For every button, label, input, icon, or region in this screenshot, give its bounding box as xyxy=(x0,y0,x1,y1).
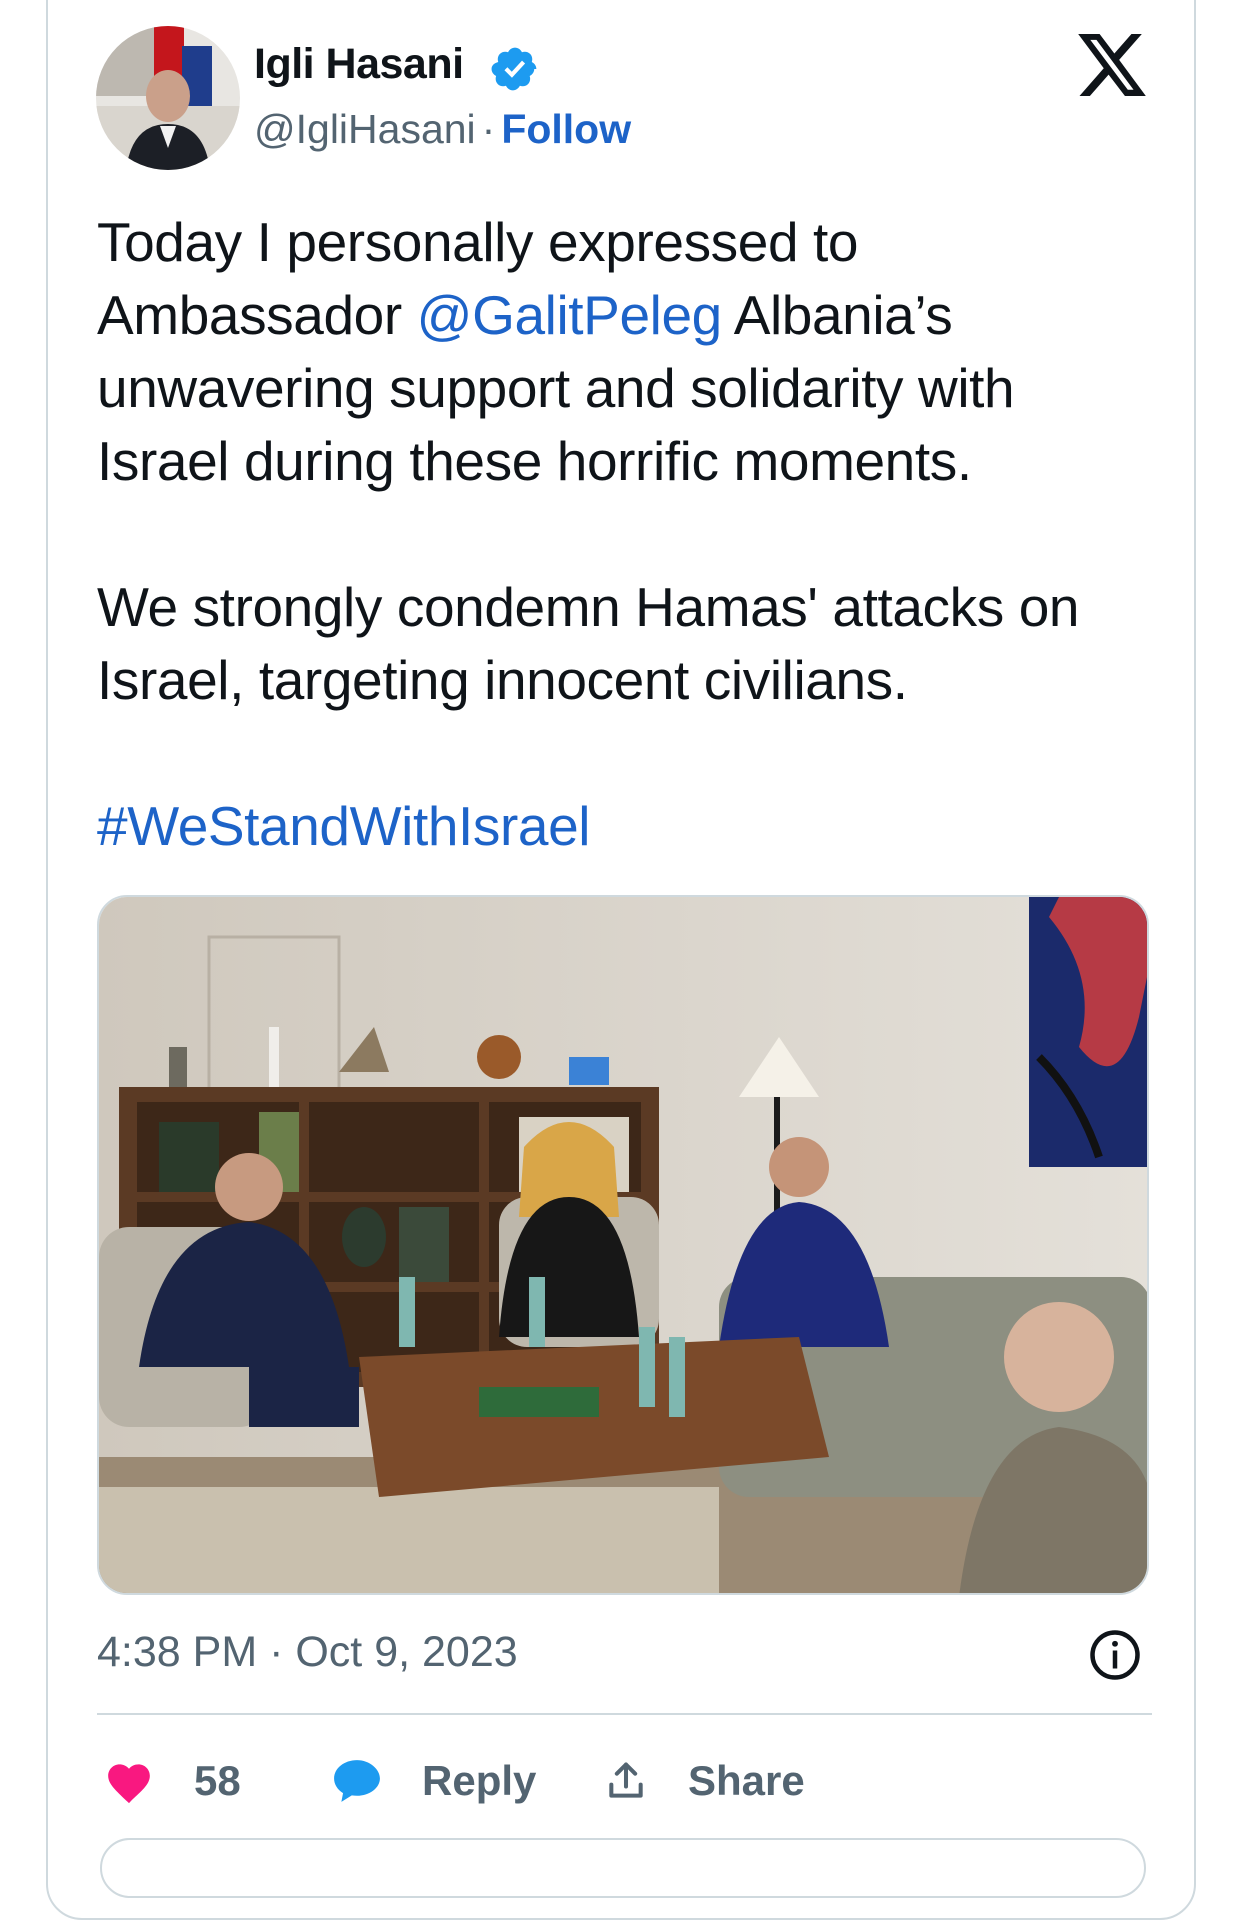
like-button[interactable]: 58 xyxy=(104,1746,241,1816)
share-icon xyxy=(609,1762,643,1798)
tweet-photo[interactable] xyxy=(97,895,1149,1595)
hashtag-link[interactable]: #WeStandWithIsrael xyxy=(97,795,591,857)
mention-link[interactable]: @GalitPeleg xyxy=(417,284,723,346)
avatar[interactable] xyxy=(96,26,240,170)
reply-button[interactable]: Reply xyxy=(332,1746,536,1816)
handle-row: @IgliHasani · Follow xyxy=(254,106,631,153)
author-handle[interactable]: @IgliHasani xyxy=(254,106,476,152)
reply-bubble-icon xyxy=(334,1760,380,1802)
action-bar: 58 Reply Share xyxy=(104,1746,1144,1816)
like-count: 58 xyxy=(194,1757,241,1804)
reply-label: Reply xyxy=(422,1757,537,1804)
info-icon[interactable] xyxy=(1088,1628,1142,1682)
separator-dot: · xyxy=(481,106,496,152)
divider xyxy=(97,1713,1152,1715)
share-button[interactable]: Share xyxy=(604,1746,805,1816)
share-label: Share xyxy=(688,1757,805,1804)
tweet-paragraph-2: We strongly condemn Hamas' attacks on Is… xyxy=(97,576,1080,711)
x-logo-icon[interactable] xyxy=(1078,34,1146,96)
heart-icon xyxy=(108,1764,150,1804)
follow-button[interactable]: Follow xyxy=(501,106,631,152)
read-replies-button[interactable] xyxy=(100,1838,1146,1898)
verified-badge-icon xyxy=(491,47,537,91)
author-name[interactable]: Igli Hasani xyxy=(254,40,464,89)
tweet-text: Today I personally expressed to Ambassad… xyxy=(97,206,1157,863)
tweet-paragraph-1: Today I personally expressed to Ambassad… xyxy=(97,206,1157,498)
timestamp[interactable]: 4:38 PM · Oct 9, 2023 xyxy=(97,1628,518,1677)
tweet-paragraph-3: #WeStandWithIsrael xyxy=(97,790,1157,863)
